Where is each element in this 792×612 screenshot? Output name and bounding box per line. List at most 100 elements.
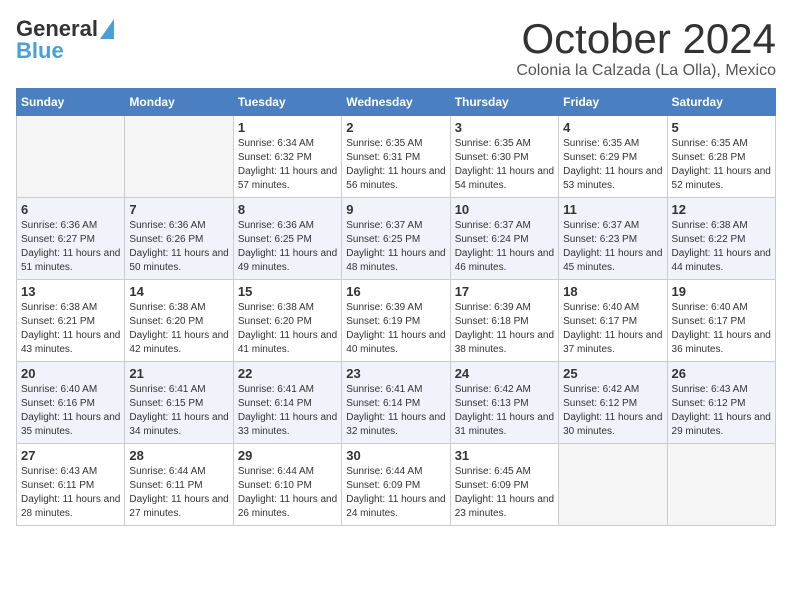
day-number: 22 (238, 366, 337, 381)
cell-info: Sunrise: 6:44 AMSunset: 6:09 PMDaylight:… (346, 465, 445, 521)
day-number: 23 (346, 366, 445, 381)
calendar-cell: 30 Sunrise: 6:44 AMSunset: 6:09 PMDayligh… (342, 444, 450, 526)
calendar-cell: 19 Sunrise: 6:40 AMSunset: 6:17 PMDayligh… (667, 280, 775, 362)
day-number: 19 (672, 284, 771, 299)
day-number: 16 (346, 284, 445, 299)
calendar-week-row: 20 Sunrise: 6:40 AMSunset: 6:16 PMDayligh… (17, 362, 776, 444)
cell-info: Sunrise: 6:35 AMSunset: 6:31 PMDaylight:… (346, 137, 445, 193)
page-header: General Blue October 2024 Colonia la Cal… (16, 16, 776, 80)
day-number: 4 (563, 120, 662, 135)
calendar-cell: 3Sunrise: 6:35 AMSunset: 6:30 PMDaylight… (450, 116, 558, 198)
day-number: 30 (346, 448, 445, 463)
calendar-cell: 13 Sunrise: 6:38 AMSunset: 6:21 PMDayligh… (17, 280, 125, 362)
calendar-cell: 6 Sunrise: 6:36 AMSunset: 6:27 PMDaylight… (17, 198, 125, 280)
calendar-week-row: 13 Sunrise: 6:38 AMSunset: 6:21 PMDayligh… (17, 280, 776, 362)
day-number: 8 (238, 202, 337, 217)
calendar-cell: 11 Sunrise: 6:37 AMSunset: 6:23 PMDayligh… (559, 198, 667, 280)
calendar-cell: 14Sunrise: 6:38 AMSunset: 6:20 PMDayligh… (125, 280, 233, 362)
day-number: 28 (129, 448, 228, 463)
day-number: 17 (455, 284, 554, 299)
day-number: 1 (238, 120, 337, 135)
calendar-cell: 16 Sunrise: 6:39 AMSunset: 6:19 PMDayligh… (342, 280, 450, 362)
cell-info: Sunrise: 6:35 AMSunset: 6:29 PMDaylight:… (563, 137, 662, 193)
calendar-cell: 1Sunrise: 6:34 AMSunset: 6:32 PMDaylight… (233, 116, 341, 198)
day-number: 26 (672, 366, 771, 381)
calendar-cell: 4 Sunrise: 6:35 AMSunset: 6:29 PMDaylight… (559, 116, 667, 198)
calendar-cell (667, 444, 775, 526)
cell-info: Sunrise: 6:39 AMSunset: 6:19 PMDaylight:… (346, 301, 445, 357)
cell-info: Sunrise: 6:40 AMSunset: 6:16 PMDaylight:… (21, 383, 120, 439)
title-block: October 2024 Colonia la Calzada (La Olla… (516, 16, 776, 80)
calendar-cell: 27 Sunrise: 6:43 AMSunset: 6:11 PMDayligh… (17, 444, 125, 526)
day-number: 13 (21, 284, 120, 299)
cell-info: Sunrise: 6:43 AMSunset: 6:11 PMDaylight:… (21, 465, 120, 521)
calendar-week-row: 1Sunrise: 6:34 AMSunset: 6:32 PMDaylight… (17, 116, 776, 198)
weekday-header: Friday (559, 89, 667, 116)
cell-info: Sunrise: 6:37 AMSunset: 6:24 PMDaylight:… (455, 219, 554, 275)
cell-info: Sunrise: 6:40 AMSunset: 6:17 PMDaylight:… (563, 301, 662, 357)
calendar-cell: 10 Sunrise: 6:37 AMSunset: 6:24 PMDayligh… (450, 198, 558, 280)
calendar-week-row: 27 Sunrise: 6:43 AMSunset: 6:11 PMDayligh… (17, 444, 776, 526)
calendar-table: SundayMondayTuesdayWednesdayThursdayFrid… (16, 88, 776, 526)
cell-info: Sunrise: 6:41 AMSunset: 6:15 PMDaylight:… (129, 383, 228, 439)
day-number: 31 (455, 448, 554, 463)
cell-info: Sunrise: 6:38 AMSunset: 6:20 PMDaylight:… (129, 301, 228, 357)
day-number: 18 (563, 284, 662, 299)
day-number: 20 (21, 366, 120, 381)
calendar-cell: 5 Sunrise: 6:35 AMSunset: 6:28 PMDaylight… (667, 116, 775, 198)
day-number: 15 (238, 284, 337, 299)
calendar-cell: 26 Sunrise: 6:43 AMSunset: 6:12 PMDayligh… (667, 362, 775, 444)
logo-blue: Blue (16, 38, 64, 64)
calendar-week-row: 6 Sunrise: 6:36 AMSunset: 6:27 PMDaylight… (17, 198, 776, 280)
calendar-cell (17, 116, 125, 198)
cell-info: Sunrise: 6:35 AMSunset: 6:28 PMDaylight:… (672, 137, 771, 193)
weekday-header: Sunday (17, 89, 125, 116)
location: Colonia la Calzada (La Olla), Mexico (516, 62, 776, 80)
day-number: 27 (21, 448, 120, 463)
day-number: 5 (672, 120, 771, 135)
cell-info: Sunrise: 6:40 AMSunset: 6:17 PMDaylight:… (672, 301, 771, 357)
cell-info: Sunrise: 6:36 AMSunset: 6:26 PMDaylight:… (129, 219, 228, 275)
cell-info: Sunrise: 6:38 AMSunset: 6:21 PMDaylight:… (21, 301, 120, 357)
calendar-cell (125, 116, 233, 198)
weekday-header: Thursday (450, 89, 558, 116)
logo-triangle-icon (100, 19, 114, 39)
cell-info: Sunrise: 6:38 AMSunset: 6:22 PMDaylight:… (672, 219, 771, 275)
day-number: 7 (129, 202, 228, 217)
calendar-cell: 29 Sunrise: 6:44 AMSunset: 6:10 PMDayligh… (233, 444, 341, 526)
day-number: 25 (563, 366, 662, 381)
cell-info: Sunrise: 6:36 AMSunset: 6:25 PMDaylight:… (238, 219, 337, 275)
cell-info: Sunrise: 6:37 AMSunset: 6:23 PMDaylight:… (563, 219, 662, 275)
cell-info: Sunrise: 6:42 AMSunset: 6:13 PMDaylight:… (455, 383, 554, 439)
cell-info: Sunrise: 6:43 AMSunset: 6:12 PMDaylight:… (672, 383, 771, 439)
weekday-header-row: SundayMondayTuesdayWednesdayThursdayFrid… (17, 89, 776, 116)
calendar-cell: 15 Sunrise: 6:38 AMSunset: 6:20 PMDayligh… (233, 280, 341, 362)
cell-info: Sunrise: 6:38 AMSunset: 6:20 PMDaylight:… (238, 301, 337, 357)
calendar-cell: 25 Sunrise: 6:42 AMSunset: 6:12 PMDayligh… (559, 362, 667, 444)
calendar-cell: 22Sunrise: 6:41 AMSunset: 6:14 PMDayligh… (233, 362, 341, 444)
weekday-header: Monday (125, 89, 233, 116)
day-number: 3 (455, 120, 554, 135)
day-number: 21 (129, 366, 228, 381)
day-number: 10 (455, 202, 554, 217)
cell-info: Sunrise: 6:44 AMSunset: 6:10 PMDaylight:… (238, 465, 337, 521)
cell-info: Sunrise: 6:41 AMSunset: 6:14 PMDaylight:… (346, 383, 445, 439)
day-number: 9 (346, 202, 445, 217)
logo: General Blue (16, 16, 114, 64)
cell-info: Sunrise: 6:36 AMSunset: 6:27 PMDaylight:… (21, 219, 120, 275)
day-number: 12 (672, 202, 771, 217)
calendar-cell: 21 Sunrise: 6:41 AMSunset: 6:15 PMDayligh… (125, 362, 233, 444)
calendar-cell: 8 Sunrise: 6:36 AMSunset: 6:25 PMDaylight… (233, 198, 341, 280)
calendar-cell: 18 Sunrise: 6:40 AMSunset: 6:17 PMDayligh… (559, 280, 667, 362)
cell-info: Sunrise: 6:42 AMSunset: 6:12 PMDaylight:… (563, 383, 662, 439)
calendar-cell: 17Sunrise: 6:39 AMSunset: 6:18 PMDayligh… (450, 280, 558, 362)
calendar-cell: 2Sunrise: 6:35 AMSunset: 6:31 PMDaylight… (342, 116, 450, 198)
calendar-cell: 24 Sunrise: 6:42 AMSunset: 6:13 PMDayligh… (450, 362, 558, 444)
day-number: 29 (238, 448, 337, 463)
cell-info: Sunrise: 6:37 AMSunset: 6:25 PMDaylight:… (346, 219, 445, 275)
cell-info: Sunrise: 6:44 AMSunset: 6:11 PMDaylight:… (129, 465, 228, 521)
day-number: 24 (455, 366, 554, 381)
calendar-cell: 23 Sunrise: 6:41 AMSunset: 6:14 PMDayligh… (342, 362, 450, 444)
day-number: 11 (563, 202, 662, 217)
day-number: 6 (21, 202, 120, 217)
